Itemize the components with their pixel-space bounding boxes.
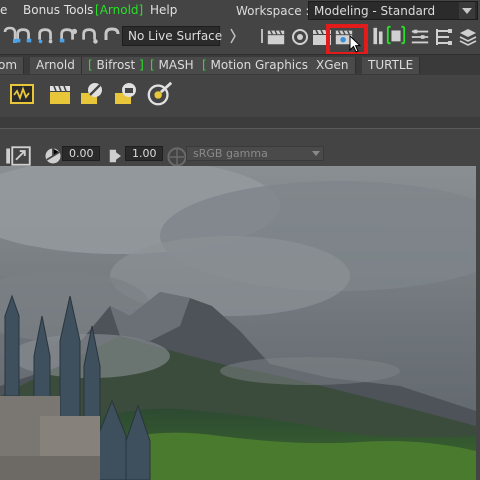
ai-render-view-icon[interactable]: [8, 80, 36, 108]
tab-custom[interactable]: om: [0, 57, 25, 74]
clapper-icon[interactable]: [266, 27, 286, 47]
exposure-field[interactable]: 0.00: [62, 146, 100, 161]
ai-standard-surface-icon[interactable]: [146, 80, 174, 108]
chevron-down-icon: [312, 151, 320, 156]
ai-light-group-icon[interactable]: [112, 80, 140, 108]
workspace-select[interactable]: Modeling - Standard: [308, 1, 478, 20]
chevron-down-icon[interactable]: [459, 2, 475, 19]
collapse-handle-icon[interactable]: [230, 27, 236, 45]
ai-light-icon[interactable]: [78, 80, 106, 108]
panel-separator: [0, 117, 480, 128]
tab-arnold[interactable]: Arnold: [30, 57, 82, 74]
tab-xgen[interactable]: XGen: [310, 57, 356, 74]
menu-item-bonus-tools[interactable]: Bonus Tools: [23, 3, 93, 17]
rendered-image: [0, 166, 476, 480]
tab-motion-graphics[interactable]: [ Motion Graphics ]: [196, 57, 324, 74]
shelf-tab-bar: om Arnold [ Bifrost ] [ MASH ] [ Motion …: [0, 54, 480, 75]
hypershade-icon[interactable]: [410, 27, 430, 47]
menu-item-help[interactable]: Help: [150, 3, 177, 17]
tab-turtle[interactable]: TURTLE: [362, 57, 421, 74]
render-settings-icon[interactable]: [386, 25, 406, 45]
menu-item-arnold[interactable]: [Arnold]: [95, 3, 143, 17]
tab-bifrost[interactable]: [ Bifrost ]: [82, 57, 151, 74]
mouse-cursor-icon: [349, 35, 362, 53]
menu-item-file[interactable]: e: [0, 3, 7, 17]
magnet-point-icon[interactable]: [36, 26, 56, 46]
view-transform-value: sRGB gamma: [193, 147, 268, 160]
eye-icon[interactable]: [290, 27, 310, 47]
view-transform-select: sRGB gamma: [186, 146, 324, 161]
stack-icon[interactable]: [458, 27, 478, 47]
magnet-view-icon[interactable]: [58, 26, 78, 46]
toggle-panels-icon[interactable]: [434, 27, 454, 47]
gamma-icon[interactable]: [106, 146, 126, 166]
menu-bar: e Bonus Tools [Arnold] Help Workspace : …: [0, 0, 480, 22]
live-surface-label: No Live Surface: [128, 29, 223, 43]
live-surface-field[interactable]: No Live Surface: [122, 26, 223, 46]
view-transform-toggle-icon[interactable]: [167, 147, 187, 167]
workspace-label: Workspace :: [236, 4, 310, 18]
ipr-render-icon[interactable]: [368, 26, 388, 46]
fit-frame-icon[interactable]: [11, 146, 31, 166]
magnet-live-icon[interactable]: [102, 26, 122, 46]
magnet-grid-icon[interactable]: [14, 26, 34, 46]
magnet-surface-icon[interactable]: [80, 26, 100, 46]
workspace-select-value: Modeling - Standard: [314, 4, 436, 18]
exposure-icon[interactable]: [43, 146, 63, 166]
ai-clapper-icon[interactable]: [46, 80, 74, 108]
castle-landscape-image: [0, 166, 476, 480]
gamma-field[interactable]: 1.00: [125, 146, 163, 161]
